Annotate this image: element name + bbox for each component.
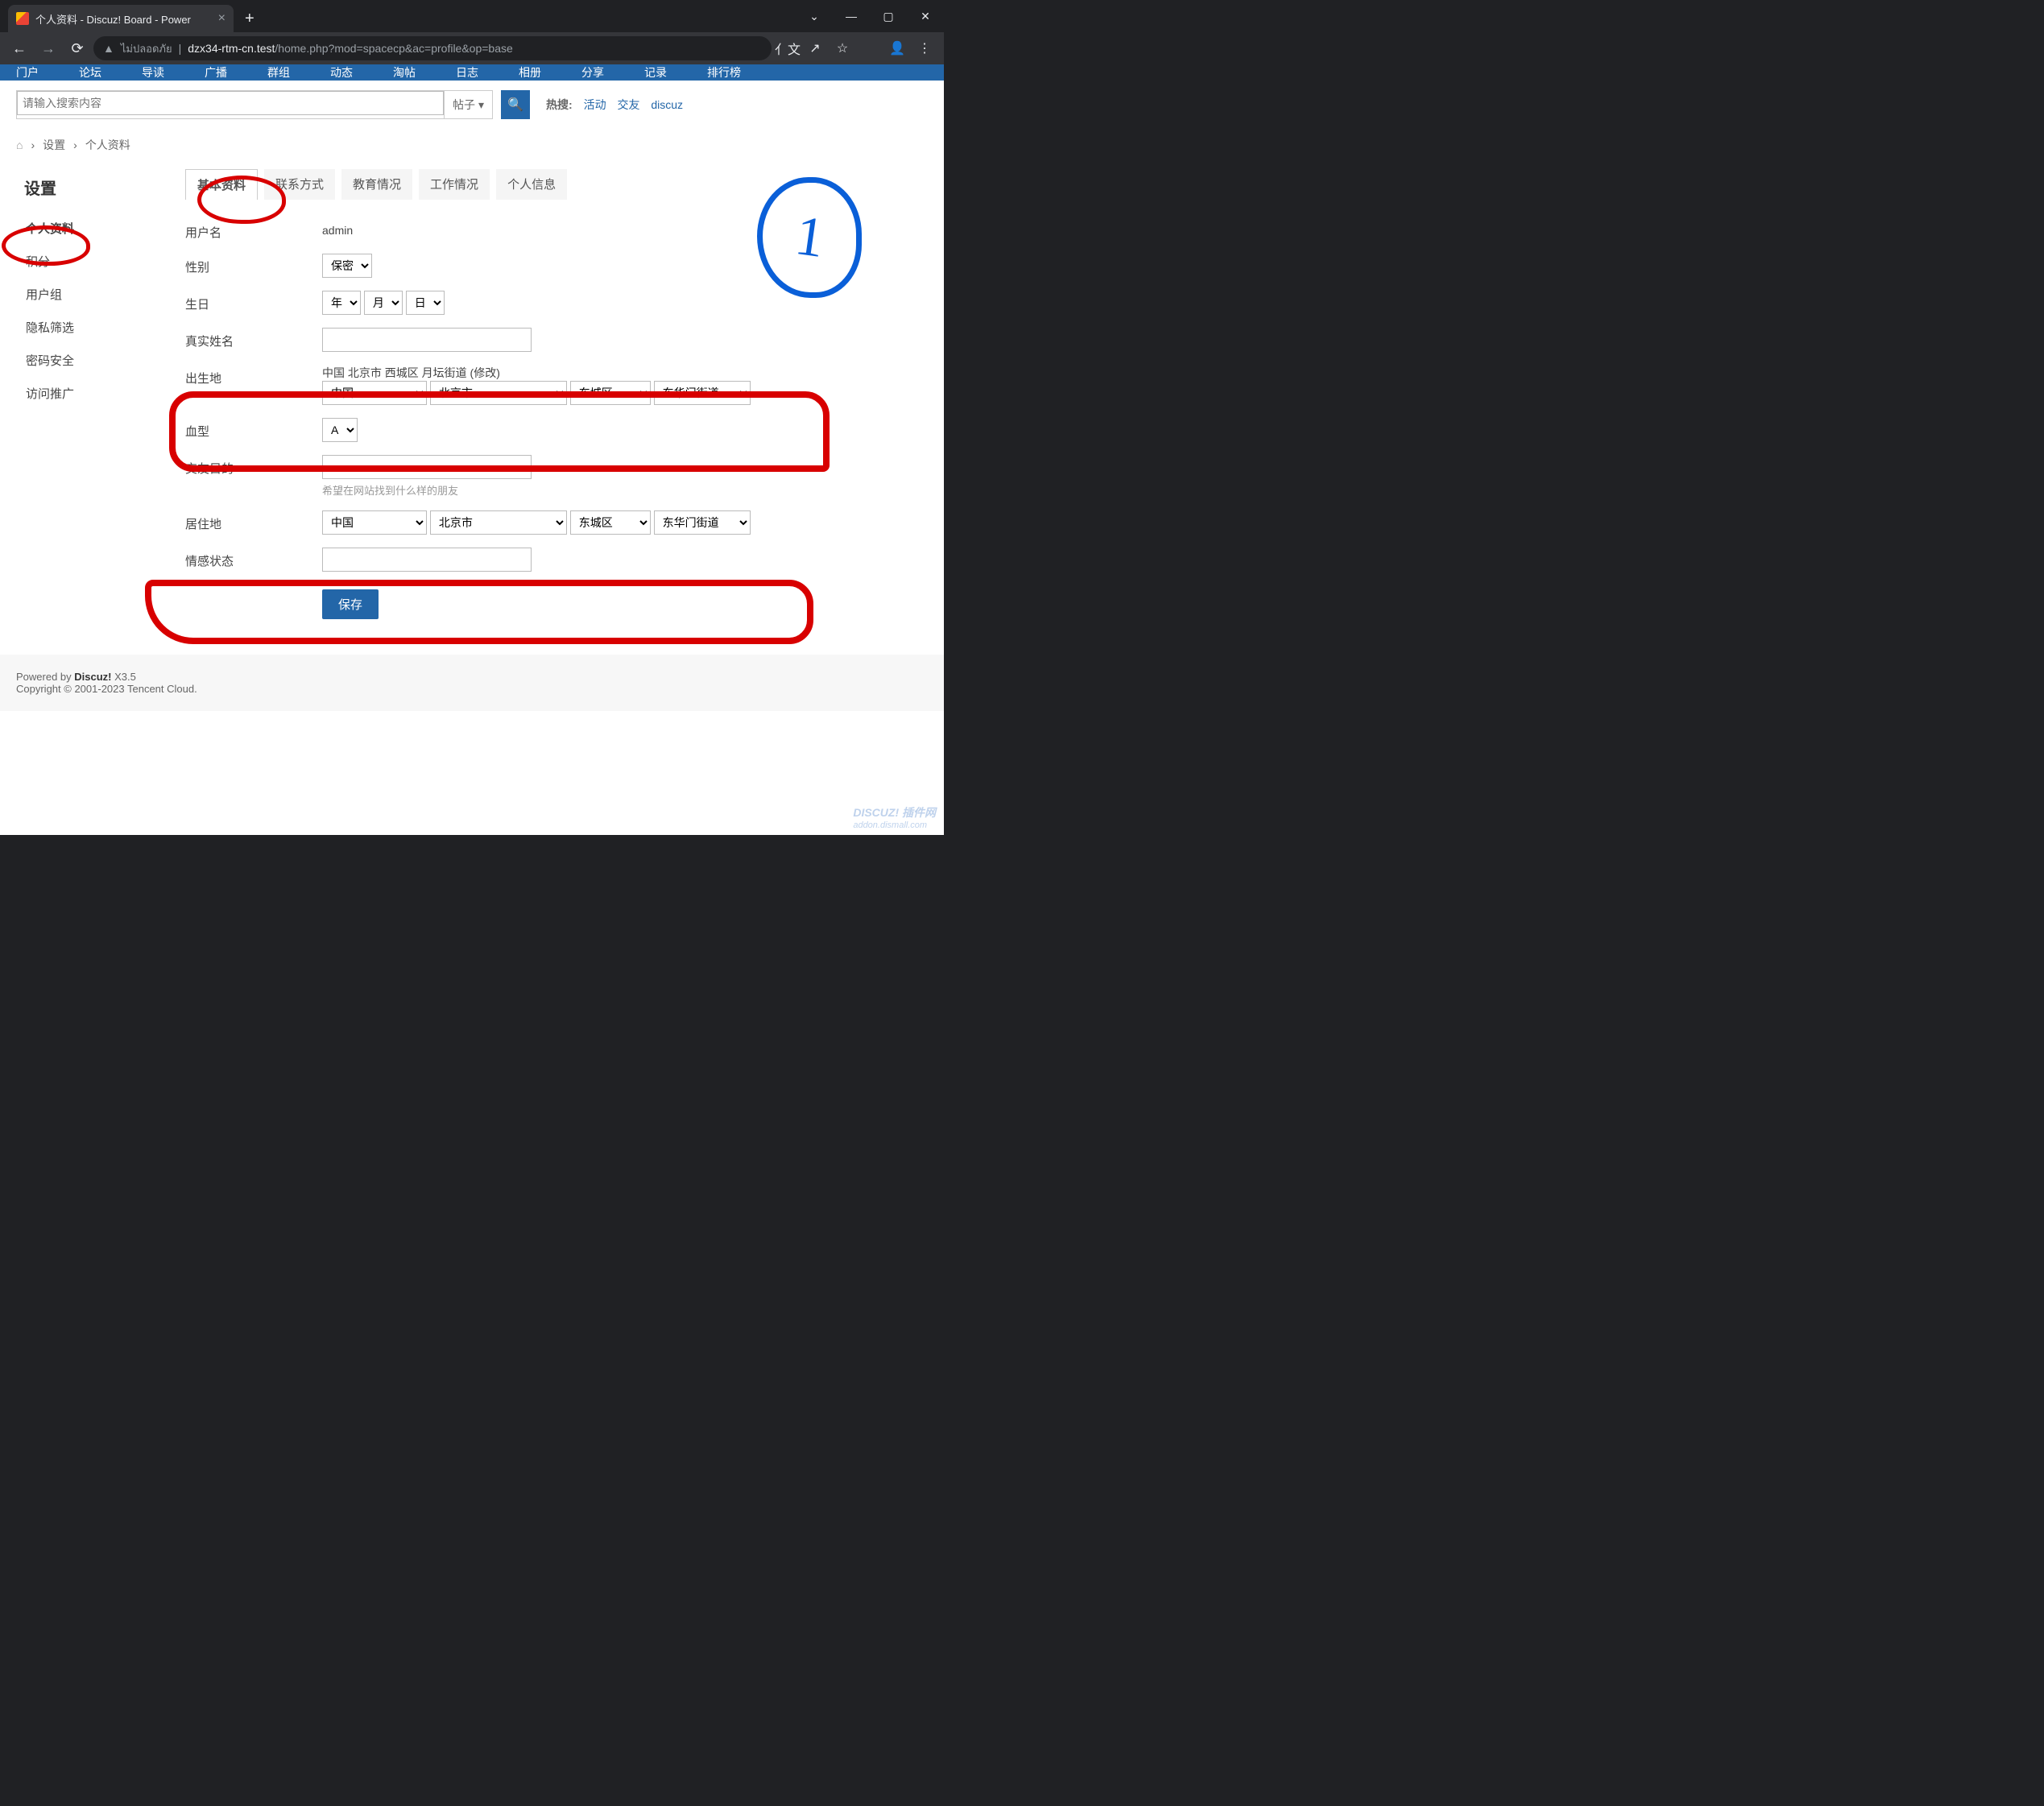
value-username: admin — [322, 219, 353, 237]
profile-tab-4[interactable]: 个人信息 — [496, 169, 567, 200]
footer: Powered by Discuz! X3.5 Copyright © 2001… — [0, 655, 944, 711]
sidebar-item-0[interactable]: 个人资料 — [16, 212, 161, 245]
profile-tab-1[interactable]: 联系方式 — [264, 169, 335, 200]
content-panel: 基本资料联系方式教育情况工作情况个人信息 用户名admin 性别保密 生日 年 … — [169, 161, 936, 639]
reload-button[interactable]: ⟳ — [64, 35, 90, 61]
nav-item[interactable]: 排行榜 — [707, 64, 741, 81]
not-secure-label: ไม่ปลอดภัย — [121, 40, 172, 57]
select-year[interactable]: 年 — [322, 291, 361, 315]
nav-item[interactable]: 动态 — [330, 64, 353, 81]
nav-item[interactable]: 群组 — [267, 64, 290, 81]
page-viewport: 门户 论坛 导读 广播 群组 动态 淘帖 日志 相册 分享 记录 排行榜 帖子 ▾ 🔍 热搜: 活动 … — [0, 64, 944, 835]
search-input[interactable] — [17, 91, 444, 115]
select-bp-country[interactable]: 中国 — [322, 381, 427, 405]
favicon-icon — [16, 12, 29, 25]
nav-item[interactable]: 分享 — [581, 64, 604, 81]
select-bp-province[interactable]: 北京市 — [430, 381, 567, 405]
select-res-province[interactable]: 北京市 — [430, 510, 567, 535]
caret-down-icon[interactable]: ⌄ — [796, 0, 833, 32]
top-nav: 门户 论坛 导读 广播 群组 动态 淘帖 日志 相册 分享 记录 排行榜 — [0, 64, 944, 81]
sidebar-title: 设置 — [16, 169, 161, 205]
hot-link-3[interactable]: discuz — [651, 98, 683, 111]
nav-item[interactable]: 广播 — [205, 64, 227, 81]
breadcrumb: ⌂ › 设置 › 个人资料 — [0, 129, 944, 161]
label-blood: 血型 — [185, 418, 322, 440]
browser-titlebar: 个人资料 - Discuz! Board - Power × + ⌄ ― ▢ ✕ — [0, 0, 944, 32]
share-icon[interactable]: ↗ — [802, 35, 828, 61]
nav-item[interactable]: 淘帖 — [393, 64, 416, 81]
hot-link-1[interactable]: 活动 — [584, 98, 606, 111]
bookmark-icon[interactable]: ☆ — [830, 35, 855, 61]
sidebar-item-1[interactable]: 积分 — [16, 245, 161, 278]
sidebar-item-5[interactable]: 访问推广 — [16, 377, 161, 410]
tab-title: 个人资料 - Discuz! Board - Power — [35, 11, 191, 27]
search-row: 帖子 ▾ 🔍 热搜: 活动 交友 discuz — [0, 81, 944, 129]
label-username: 用户名 — [185, 219, 322, 241]
nav-item[interactable]: 门户 — [16, 64, 39, 81]
label-birthday: 生日 — [185, 291, 322, 312]
sidepanel-icon[interactable] — [857, 35, 883, 61]
new-tab-button[interactable]: + — [234, 5, 266, 32]
sidebar: 设置 个人资料积分用户组隐私筛选密码安全访问推广 — [8, 161, 169, 639]
select-month[interactable]: 月 — [364, 291, 403, 315]
nav-item[interactable]: 日志 — [456, 64, 478, 81]
browser-tab[interactable]: 个人资料 - Discuz! Board - Power × — [8, 5, 234, 32]
home-icon[interactable]: ⌂ — [16, 138, 23, 151]
label-birthplace: 出生地 — [185, 365, 322, 386]
window-controls: ⌄ ― ▢ ✕ — [796, 0, 944, 32]
close-window-icon[interactable]: ✕ — [907, 0, 944, 32]
crumb-settings[interactable]: 设置 — [43, 137, 65, 153]
profile-icon[interactable]: 👤 — [884, 35, 910, 61]
hint-friendgoal: 希望在网站找到什么样的朋友 — [322, 482, 920, 498]
label-friendgoal: 交友目的 — [185, 455, 322, 477]
profile-tab-2[interactable]: 教育情况 — [341, 169, 412, 200]
search-box: 帖子 ▾ — [16, 90, 493, 119]
tab-close-icon[interactable]: × — [218, 11, 226, 26]
crumb-profile: 个人资料 — [85, 137, 130, 153]
select-bp-district[interactable]: 东华门街道 — [654, 381, 751, 405]
nav-item[interactable]: 导读 — [142, 64, 164, 81]
profile-tab-3[interactable]: 工作情况 — [419, 169, 490, 200]
label-residence: 居住地 — [185, 510, 322, 532]
address-bar: ← → ⟳ ▲ ไม่ปลอดภัย | dzx34-rtm-cn.test/h… — [0, 32, 944, 64]
select-blood[interactable]: A — [322, 418, 358, 442]
menu-icon[interactable]: ⋮ — [912, 35, 937, 61]
select-bp-city[interactable]: 东城区 — [570, 381, 651, 405]
nav-item[interactable]: 记录 — [644, 64, 667, 81]
forward-button[interactable]: → — [35, 35, 61, 61]
input-emotion[interactable] — [322, 548, 532, 572]
save-button[interactable]: 保存 — [322, 589, 379, 619]
back-button[interactable]: ← — [6, 35, 32, 61]
omnibox[interactable]: ▲ ไม่ปลอดภัย | dzx34-rtm-cn.test/home.ph… — [93, 36, 772, 60]
hot-link-2[interactable]: 交友 — [617, 98, 639, 111]
select-res-city[interactable]: 东城区 — [570, 510, 651, 535]
nav-item[interactable]: 相册 — [519, 64, 541, 81]
maximize-icon[interactable]: ▢ — [870, 0, 907, 32]
nav-item[interactable]: 论坛 — [79, 64, 101, 81]
hot-search: 热搜: 活动 交友 discuz — [546, 97, 683, 113]
watermark: DISCUZ! 插件网 addon.dismall.com — [853, 804, 936, 830]
select-gender[interactable]: 保密 — [322, 254, 372, 278]
label-emotion: 情感状态 — [185, 548, 322, 569]
select-day[interactable]: 日 — [406, 291, 445, 315]
translate-icon[interactable]: ⺅文 — [775, 35, 801, 61]
select-res-country[interactable]: 中国 — [322, 510, 427, 535]
profile-tabs: 基本资料联系方式教育情况工作情况个人信息 — [185, 169, 920, 200]
sidebar-item-4[interactable]: 密码安全 — [16, 344, 161, 377]
sidebar-item-2[interactable]: 用户组 — [16, 278, 161, 311]
label-gender: 性别 — [185, 254, 322, 275]
search-button[interactable]: 🔍 — [501, 90, 530, 119]
select-res-district[interactable]: 东华门街道 — [654, 510, 751, 535]
label-realname: 真实姓名 — [185, 328, 322, 349]
minimize-icon[interactable]: ― — [833, 0, 870, 32]
birthplace-current-text: 中国 北京市 西城区 月坛街道 (修改) — [322, 365, 920, 381]
url-text: dzx34-rtm-cn.test/home.php?mod=spacecp&a… — [188, 42, 513, 55]
input-realname[interactable] — [322, 328, 532, 352]
chevron-down-icon: ▾ — [478, 98, 484, 112]
sidebar-item-3[interactable]: 隐私筛选 — [16, 311, 161, 344]
not-secure-icon: ▲ — [103, 42, 114, 55]
search-type-select[interactable]: 帖子 ▾ — [444, 91, 492, 118]
input-friendgoal[interactable] — [322, 455, 532, 479]
profile-tab-0[interactable]: 基本资料 — [185, 169, 258, 200]
